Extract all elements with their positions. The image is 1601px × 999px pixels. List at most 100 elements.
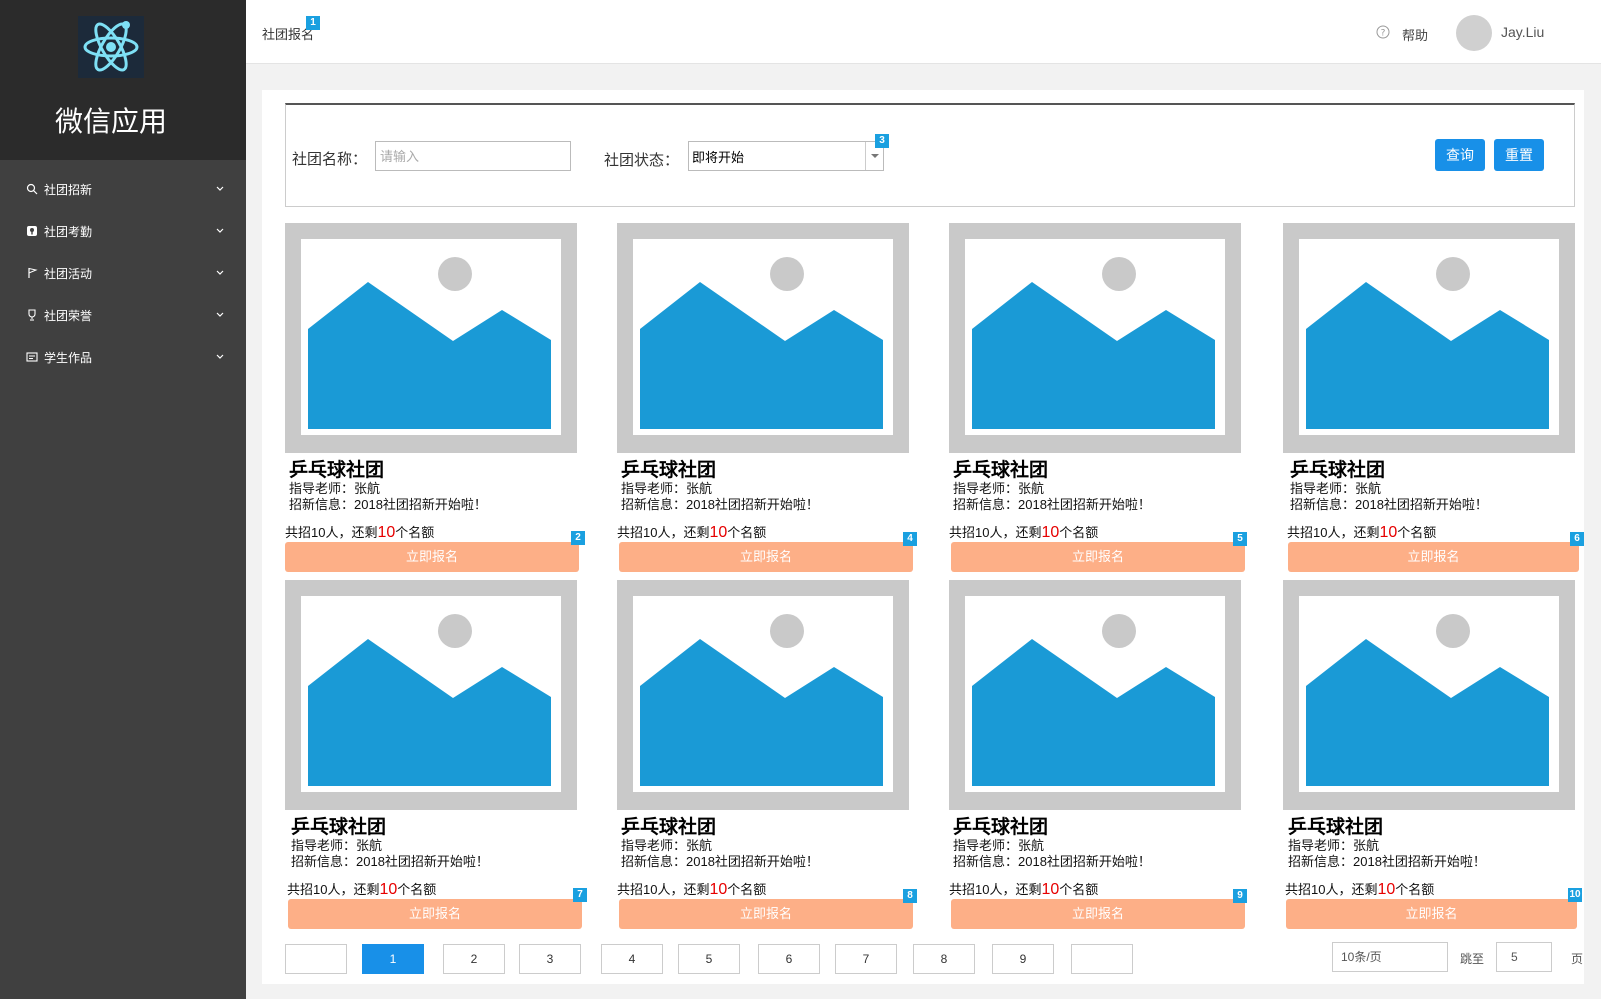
jump-page-input[interactable]: 5 (1496, 942, 1552, 972)
annotation-badge: 4 (903, 532, 917, 546)
club-info: 招新信息：2018社团招新开始啦！ (621, 854, 819, 869)
sidebar-item-label: 社团活动 (44, 266, 93, 281)
image-placeholder (285, 223, 577, 453)
club-card: 乒乓球社团 指导老师：张航 招新信息：2018社团招新开始啦！ 共招10人，还剩… (285, 580, 587, 930)
club-quota: 共招10人，还剩10个名额 (287, 879, 436, 899)
club-status-select[interactable]: 即将开始 (688, 141, 884, 171)
page-button-7[interactable]: 7 (835, 944, 897, 974)
signup-button[interactable]: 立即报名 (619, 899, 913, 929)
quota-remaining: 10 (1041, 524, 1060, 541)
signup-button[interactable]: 立即报名 (1286, 899, 1577, 929)
signup-button[interactable]: 立即报名 (1288, 542, 1579, 572)
club-quota: 共招10人，还剩10个名额 (285, 522, 434, 542)
quota-suffix: 个名额 (1395, 882, 1435, 897)
club-card: 乒乓球社团 指导老师：张航 招新信息：2018社团招新开始啦！ 共招10人，还剩… (617, 580, 917, 930)
sidebar-item-label: 学生作品 (44, 350, 93, 365)
avatar[interactable] (1456, 15, 1492, 51)
quota-remaining: 10 (1377, 881, 1396, 898)
sidebar-item-label: 社团考勤 (44, 224, 93, 239)
image-placeholder (1283, 580, 1575, 810)
club-status-label: 社团状态： (604, 152, 680, 169)
chevron-down-icon (216, 270, 224, 275)
sidebar: 微信应用 社团招新 社团考勤 社团活动 社团荣誉 学生作品 (0, 0, 246, 999)
quota-remaining: 10 (709, 881, 728, 898)
quota-prefix: 共招10人，还剩 (617, 525, 710, 540)
club-info: 招新信息：2018社团招新开始啦！ (289, 497, 487, 512)
image-placeholder (949, 580, 1241, 810)
signup-button[interactable]: 立即报名 (285, 542, 579, 572)
club-quota: 共招10人，还剩10个名额 (1285, 879, 1434, 899)
sidebar-item-works[interactable]: 学生作品 (0, 336, 246, 378)
quota-suffix: 个名额 (1059, 525, 1099, 540)
works-icon (26, 352, 38, 362)
page-size-select[interactable]: 10条/页 (1332, 942, 1448, 972)
sidebar-item-label: 社团荣誉 (44, 308, 93, 323)
image-placeholder-icon (1306, 614, 1549, 786)
reset-button[interactable]: 重置 (1494, 139, 1544, 171)
club-card: 乒乓球社团 指导老师：张航 招新信息：2018社团招新开始啦！ 共招10人，还剩… (617, 223, 917, 573)
sidebar-item-recruit[interactable]: 社团招新 (0, 168, 246, 210)
club-name-input[interactable] (375, 141, 571, 171)
page-button-6[interactable]: 6 (758, 944, 820, 974)
club-card: 乒乓球社团 指导老师：张航 招新信息：2018社团招新开始啦！ 共招10人，还剩… (285, 223, 585, 573)
page-button-2[interactable]: 2 (443, 944, 505, 974)
club-info: 招新信息：2018社团招新开始啦！ (1288, 854, 1486, 869)
filter-bar: 社团名称： 社团状态： 即将开始 3 查询 重置 (285, 103, 1575, 207)
quota-remaining: 10 (1379, 524, 1398, 541)
signup-button[interactable]: 立即报名 (951, 899, 1245, 929)
image-placeholder (949, 223, 1241, 453)
club-info: 招新信息：2018社团招新开始啦！ (291, 854, 489, 869)
chevron-down-icon (216, 186, 224, 191)
page-button-8[interactable]: 8 (913, 944, 975, 974)
annotation-badge: 9 (1233, 889, 1247, 903)
signup-button[interactable]: 立即报名 (288, 899, 582, 929)
prev-page-button[interactable] (285, 944, 347, 974)
atom-logo-icon (78, 16, 144, 78)
help-icon[interactable]: ? (1376, 25, 1390, 39)
image-placeholder-icon (308, 614, 551, 786)
jump-label: 跳至 (1460, 952, 1485, 966)
sidebar-item-attendance[interactable]: 社团考勤 (0, 210, 246, 252)
search-people-icon (26, 183, 38, 195)
club-info: 招新信息：2018社团招新开始啦！ (953, 497, 1151, 512)
page-suffix-label: 页 (1571, 952, 1584, 966)
image-placeholder-icon (640, 257, 883, 429)
page-button-5[interactable]: 5 (678, 944, 740, 974)
quota-suffix: 个名额 (727, 525, 767, 540)
next-page-button[interactable] (1071, 944, 1133, 974)
image-placeholder (1283, 223, 1575, 453)
page-button-3[interactable]: 3 (519, 944, 581, 974)
sidebar-item-activities[interactable]: 社团活动 (0, 252, 246, 294)
annotation-badge: 6 (1570, 532, 1584, 546)
annotation-badge: 5 (1233, 532, 1247, 546)
page-button-4[interactable]: 4 (601, 944, 663, 974)
image-placeholder-icon (1306, 257, 1549, 429)
annotation-badge: 7 (573, 888, 587, 902)
help-link[interactable]: 帮助 (1402, 25, 1428, 44)
club-info: 招新信息：2018社团招新开始啦！ (621, 497, 819, 512)
quota-prefix: 共招10人，还剩 (949, 525, 1042, 540)
chevron-down-icon (216, 354, 224, 359)
club-quota: 共招10人，还剩10个名额 (617, 879, 766, 899)
sidebar-nav: 社团招新 社团考勤 社团活动 社团荣誉 学生作品 (0, 168, 246, 378)
club-card: 乒乓球社团 指导老师：张航 招新信息：2018社团招新开始啦！ 共招10人，还剩… (949, 223, 1249, 573)
club-status-value: 即将开始 (692, 150, 745, 165)
brand: 微信应用 (0, 0, 246, 160)
signup-button[interactable]: 立即报名 (951, 542, 1245, 572)
club-quota: 共招10人，还剩10个名额 (949, 879, 1098, 899)
annotation-badge: 3 (875, 134, 889, 148)
username[interactable]: Jay.Liu (1501, 24, 1544, 40)
signup-button[interactable]: 立即报名 (619, 542, 913, 572)
page-button-1[interactable]: 1 (362, 944, 424, 974)
image-placeholder (617, 580, 909, 810)
club-info: 招新信息：2018社团招新开始啦！ (1290, 497, 1488, 512)
query-button[interactable]: 查询 (1435, 139, 1485, 171)
quota-prefix: 共招10人，还剩 (285, 525, 378, 540)
quota-prefix: 共招10人，还剩 (617, 882, 710, 897)
club-quota: 共招10人，还剩10个名额 (949, 522, 1098, 542)
sidebar-item-honors[interactable]: 社团荣誉 (0, 294, 246, 336)
page-button-9[interactable]: 9 (992, 944, 1054, 974)
image-placeholder-icon (640, 614, 883, 786)
chevron-down-icon (216, 228, 224, 233)
svg-text:?: ? (1381, 29, 1386, 39)
